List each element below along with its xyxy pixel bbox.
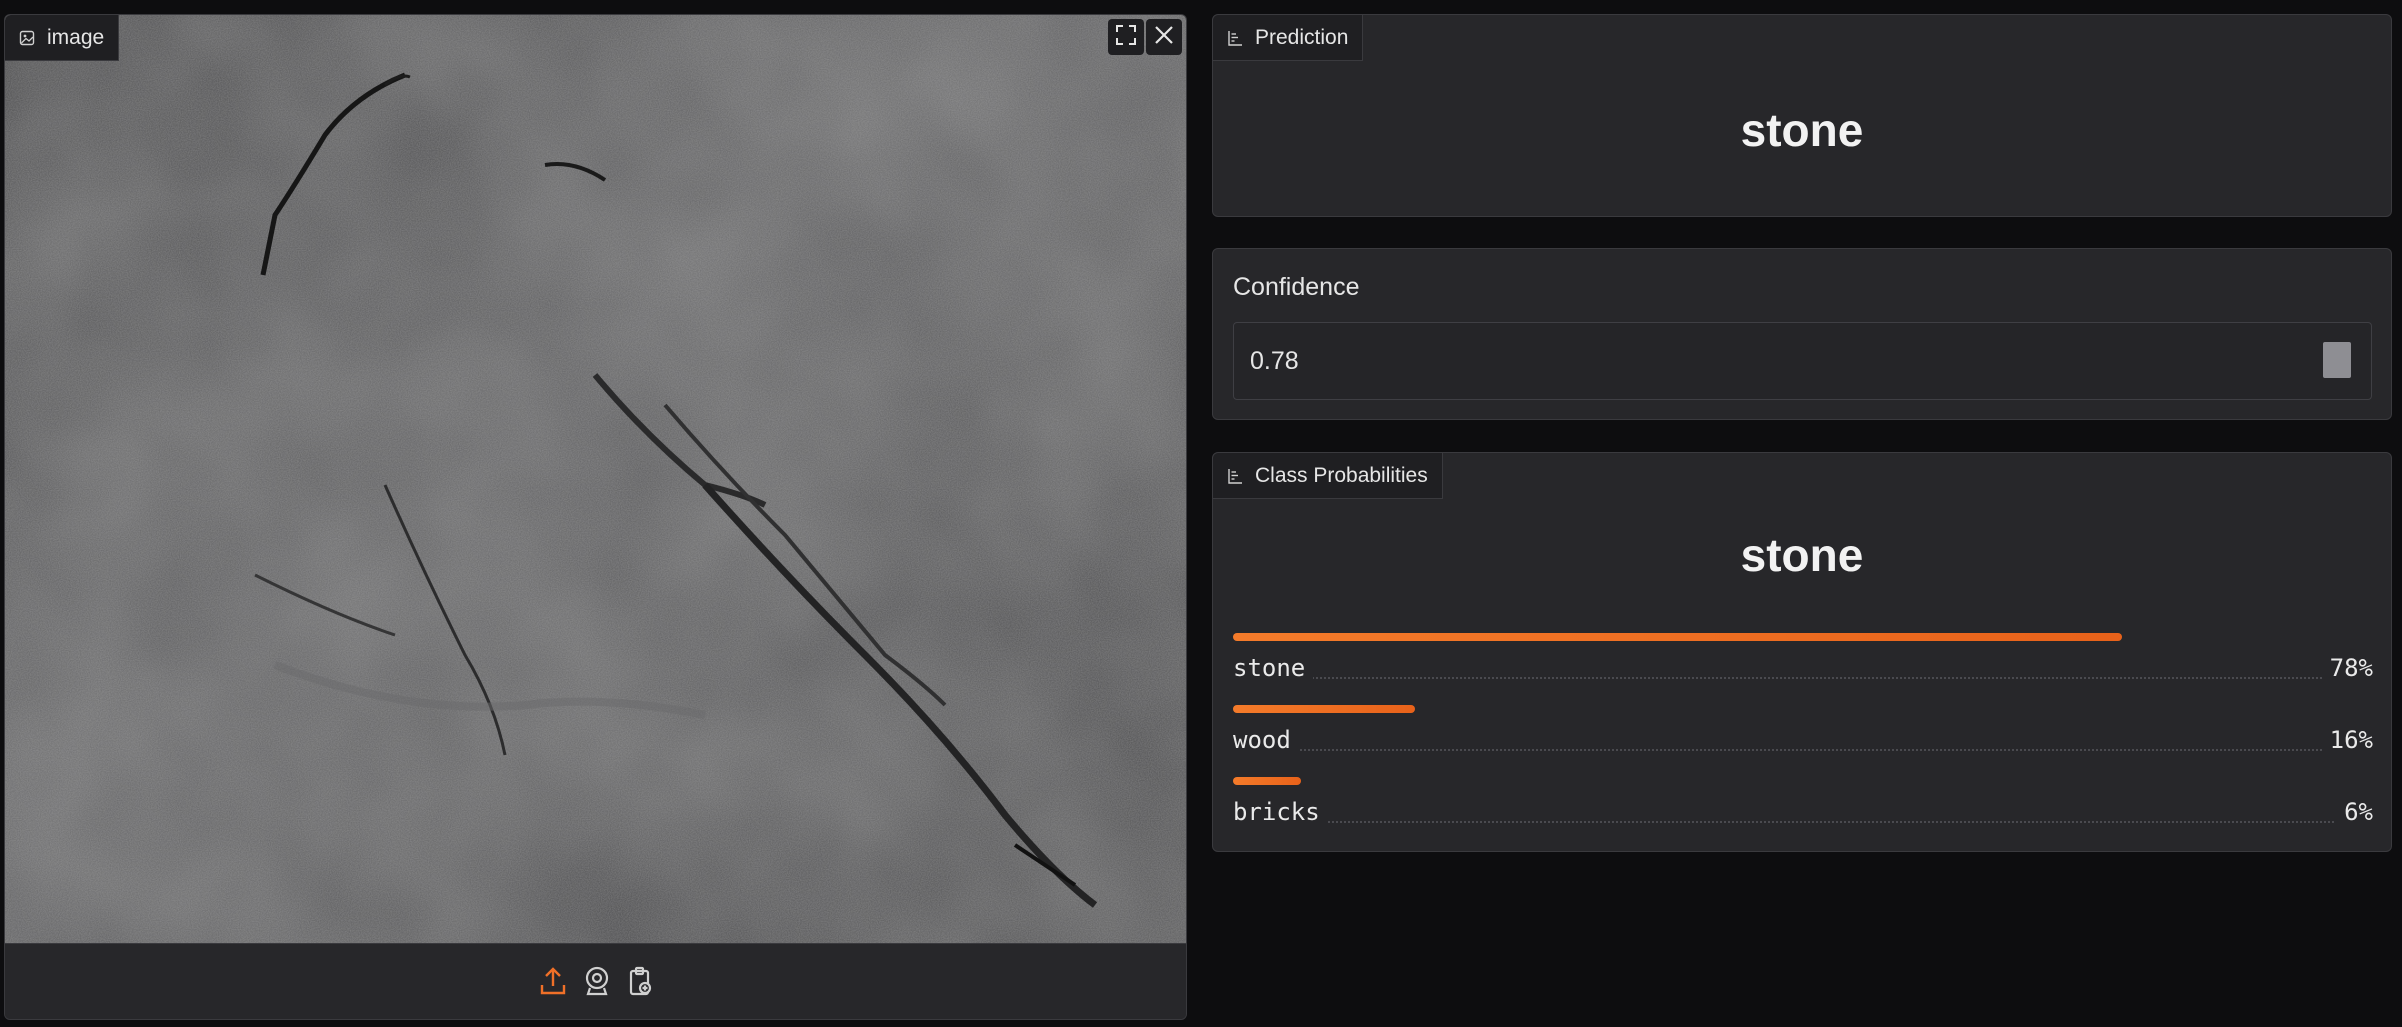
class-percent: 6% (2336, 798, 2373, 826)
class-name: wood (1233, 726, 1299, 754)
dotted-leader (1233, 749, 2373, 751)
class-name: stone (1233, 654, 1314, 682)
top-class-label: stone (1740, 529, 1864, 581)
stone-texture-image (5, 15, 1186, 943)
prediction-panel: Prediction stone (1212, 14, 2392, 217)
probability-list: stone 78% wood 16% bricks 6% (1233, 633, 2373, 849)
image-source-toolbar (5, 943, 1186, 1019)
prediction-label-tag: Prediction (1213, 15, 1364, 61)
probability-row[interactable]: wood 16% (1233, 705, 2373, 777)
image-label-tag: image (5, 15, 120, 61)
clear-image-button[interactable] (1146, 19, 1182, 55)
close-icon (1153, 24, 1175, 51)
probability-bar (1233, 633, 2123, 641)
clipboard-button[interactable] (626, 966, 656, 1000)
clipboard-icon (628, 966, 654, 1001)
class-percent: 78% (2321, 654, 2373, 682)
confidence-field[interactable]: 0.78 (1233, 322, 2372, 400)
label-chart-icon (1227, 30, 1243, 46)
fullscreen-icon (1115, 24, 1137, 51)
confidence-panel: Confidence 0.78 (1212, 248, 2392, 420)
confidence-label: Confidence (1233, 273, 1360, 301)
scrollbar-handle[interactable] (2323, 342, 2351, 378)
image-icon (19, 30, 35, 46)
prediction-label-text: Prediction (1255, 25, 1349, 49)
probability-row[interactable]: stone 78% (1233, 633, 2373, 705)
dotted-leader (1233, 677, 2373, 679)
class-probabilities-label-text: Class Probabilities (1255, 463, 1428, 487)
dotted-leader (1233, 821, 2373, 823)
upload-button[interactable] (538, 966, 568, 1000)
upload-icon (539, 966, 567, 1001)
class-probabilities-panel: Class Probabilities stone stone 78% wood… (1212, 452, 2392, 852)
probability-bar (1233, 777, 1302, 785)
webcam-button[interactable] (582, 966, 612, 1000)
fullscreen-button[interactable] (1108, 19, 1144, 55)
class-percent: 16% (2321, 726, 2373, 754)
confidence-value: 0.78 (1250, 347, 1299, 375)
probability-row[interactable]: bricks 6% (1233, 777, 2373, 849)
label-chart-icon (1227, 468, 1243, 484)
predicted-class: stone (1740, 104, 1864, 156)
class-name: bricks (1233, 798, 1328, 826)
image-label-text: image (47, 25, 105, 49)
class-probabilities-label-tag: Class Probabilities (1213, 453, 1443, 499)
image-input-panel: image (4, 14, 1187, 1020)
webcam-icon (584, 966, 610, 1001)
probability-bar (1233, 705, 1416, 713)
